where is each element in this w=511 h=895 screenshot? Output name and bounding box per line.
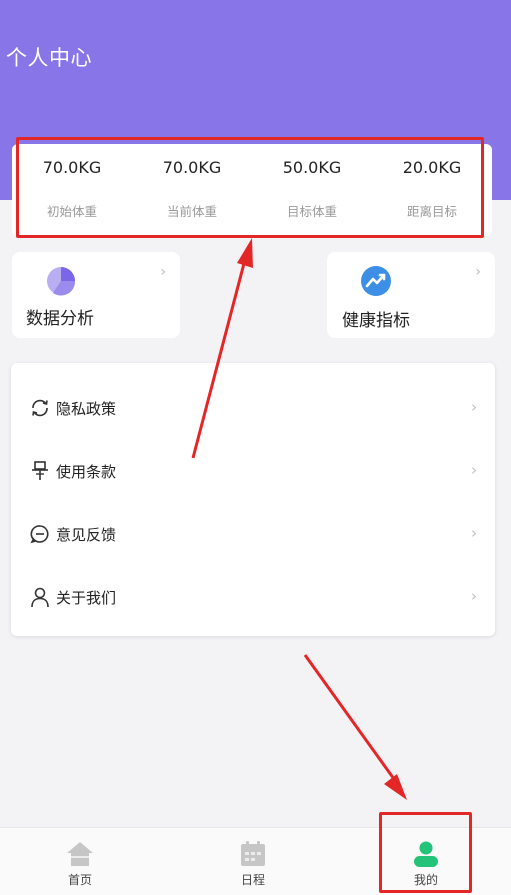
home-icon: [67, 842, 93, 866]
stat-label: 目标体重: [286, 204, 337, 219]
calendar-icon: [241, 841, 265, 866]
stat-value: 70.0KG: [162, 158, 222, 177]
page-title: 个人中心: [6, 46, 92, 70]
stat-initial-weight: 70.0KG 初始体重: [12, 144, 132, 236]
health-indicators-label: 健康指标: [342, 311, 410, 331]
weight-stats-card: 70.0KG 初始体重 70.0KG 当前体重 50.0KG 目标体重 20.0…: [12, 144, 492, 236]
pie-chart-icon: [47, 267, 76, 296]
menu-item-terms-of-use[interactable]: 使用条款 ›: [11, 441, 495, 503]
health-indicators-card[interactable]: › 健康指标: [327, 252, 495, 338]
menu-item-feedback[interactable]: 意见反馈 ›: [11, 504, 495, 566]
data-analysis-label: 数据分析: [26, 309, 94, 329]
chevron-right-icon: ›: [471, 587, 477, 605]
settings-menu: 隐私政策 › 使用条款 › 意见反馈 › 关于我们 ›: [11, 363, 495, 636]
nav-tab-home[interactable]: 首页: [20, 828, 140, 895]
stat-value: 20.0KG: [402, 158, 462, 177]
nav-label: 首页: [67, 873, 92, 887]
menu-item-privacy-policy[interactable]: 隐私政策 ›: [11, 378, 495, 440]
stat-value: 50.0KG: [282, 158, 342, 177]
menu-label: 关于我们: [56, 589, 117, 607]
chat-icon: [30, 525, 49, 544]
menu-label: 隐私政策: [56, 400, 117, 418]
stat-current-weight: 70.0KG 当前体重: [132, 144, 252, 236]
nav-tab-mine[interactable]: 我的: [366, 828, 486, 895]
user-icon: [414, 841, 438, 867]
bottom-navigation: 首页 日程 我的: [0, 827, 511, 895]
chevron-right-icon: ›: [471, 461, 477, 479]
stat-label: 当前体重: [166, 204, 217, 219]
trend-icon: [361, 266, 391, 296]
menu-label: 使用条款: [56, 463, 117, 481]
nav-tab-schedule[interactable]: 日程: [193, 828, 313, 895]
chevron-right-icon: ›: [471, 524, 477, 542]
annotation-arrow-down: [303, 654, 407, 800]
chevron-right-icon: ›: [471, 398, 477, 416]
stat-target-weight: 50.0KG 目标体重: [252, 144, 372, 236]
chevron-right-icon: ›: [160, 264, 166, 280]
menu-label: 意见反馈: [56, 526, 117, 544]
stat-distance-to-target: 20.0KG 距离目标: [372, 144, 492, 236]
menu-item-about-us[interactable]: 关于我们 ›: [11, 567, 495, 629]
data-analysis-card[interactable]: › 数据分析: [12, 252, 180, 338]
person-icon: [31, 587, 49, 608]
stat-value: 70.0KG: [42, 158, 102, 177]
stat-label: 距离目标: [406, 204, 457, 219]
pin-icon: [32, 461, 48, 480]
nav-label: 我的: [413, 873, 438, 887]
refresh-icon: [32, 399, 48, 417]
chevron-right-icon: ›: [475, 264, 481, 280]
stat-label: 初始体重: [46, 204, 97, 219]
nav-label: 日程: [240, 873, 265, 887]
